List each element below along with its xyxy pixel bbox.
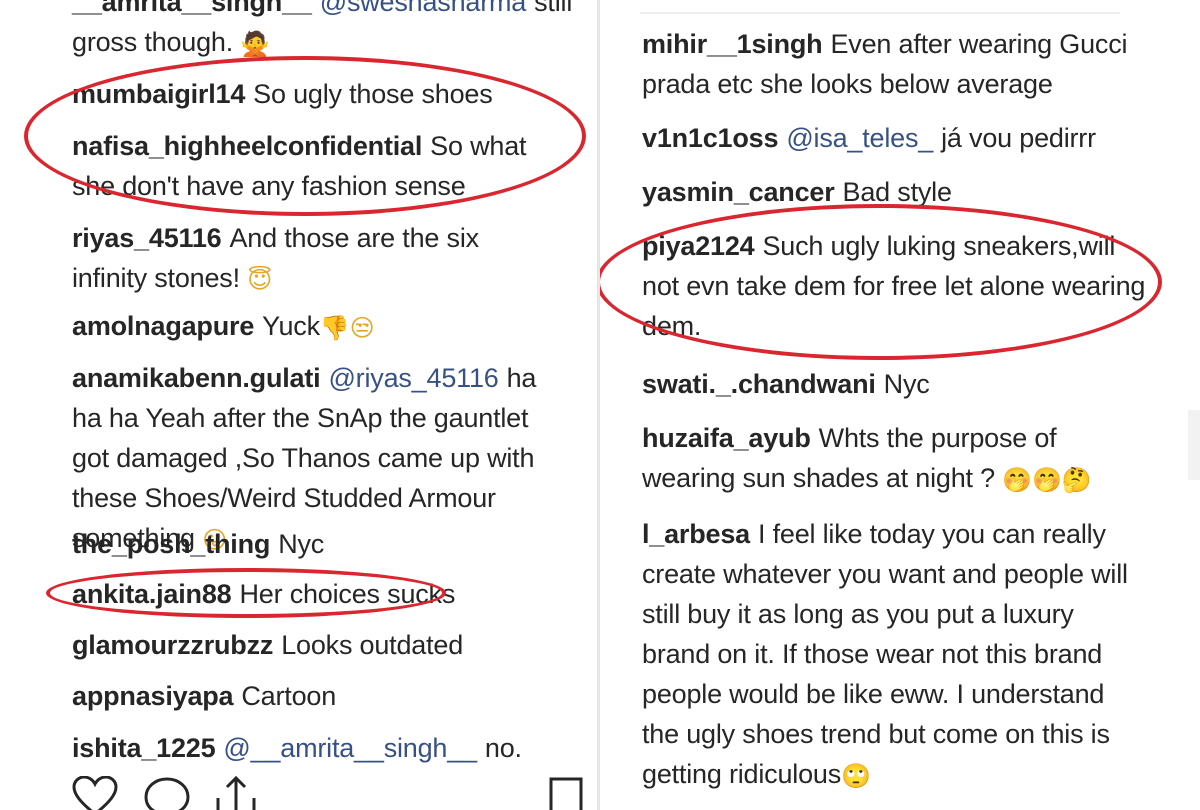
comment-username[interactable]: yasmin_cancer — [642, 177, 835, 207]
comment-text: Bad style — [842, 177, 952, 207]
top-separator — [640, 12, 1120, 14]
comment-username[interactable]: piya2124 — [642, 231, 755, 261]
thinking-face-icon: 🤭🤭🤔 — [1002, 465, 1092, 494]
comment-username[interactable]: ankita.jain88 — [72, 579, 232, 609]
emoji-icon: 🙅 — [240, 29, 271, 58]
comment-username[interactable]: anamikabenn.gulati — [72, 363, 321, 393]
comment-item: piya2124 Such ugly luking sneakers,will n… — [642, 226, 1152, 346]
comment-item: appnasiyapa Cartoon — [72, 676, 572, 716]
comment-item: mihir__1singh Even after wearing Gucci pr… — [642, 24, 1142, 104]
comment-username[interactable]: l_arbesa — [642, 519, 750, 549]
comment-text: no. — [484, 733, 522, 763]
left-comment-panel: __amrita__singh__ @swesnasharma still gros… — [0, 0, 598, 810]
comment-username[interactable]: appnasiyapa — [72, 681, 234, 711]
comment-text: Yuck — [262, 311, 320, 341]
comment-text: já vou pedirrr — [941, 123, 1096, 153]
comment-username[interactable]: amolnagapure — [72, 311, 254, 341]
comment-item: nafisa_highheelconfidential So what she d… — [72, 126, 572, 206]
comment-username[interactable]: swati._.chandwani — [642, 369, 876, 399]
comment-text: So ugly those shoes — [253, 79, 493, 109]
comment-username[interactable]: the_posh_thing — [72, 529, 270, 559]
scrollbar[interactable] — [1188, 410, 1200, 480]
comment-username[interactable]: riyas_45116 — [72, 223, 222, 253]
comment-mention[interactable]: @isa_teles_ — [786, 123, 933, 153]
comment-username[interactable]: v1n1c1oss — [642, 123, 779, 153]
comment-mention[interactable]: @riyas_45116 — [328, 363, 498, 393]
comment-text: Her choices sucks — [239, 579, 456, 609]
thumbs-down-icon: 👎😒 — [319, 313, 375, 342]
comment-username[interactable]: huzaifa_ayub — [642, 423, 811, 453]
comment-username[interactable]: glamourzzrubzz — [72, 630, 273, 660]
right-comment-panel: mihir__1singh Even after wearing Gucci pr… — [600, 0, 1200, 810]
comment-item: glamourzzrubzz Looks outdated — [72, 625, 572, 665]
bookmark-icon[interactable] — [548, 776, 584, 810]
post-action-bar — [0, 770, 598, 810]
comment-text: Nyc — [883, 369, 930, 399]
comment-item: the_posh_thing Nyc — [72, 524, 572, 564]
comment-text: Cartoon — [241, 681, 337, 711]
comment-item: amolnagapure Yuck👎😒 — [72, 306, 572, 346]
heart-icon[interactable] — [72, 775, 118, 810]
comment-username[interactable]: __amrita__singh__ — [72, 0, 312, 17]
comment-icon[interactable] — [142, 776, 192, 810]
comment-username[interactable]: nafisa_highheelconfidential — [72, 131, 422, 161]
comment-text: I feel like today you can really create … — [642, 519, 1128, 789]
comment-item: ishita_1225 @__amrita__singh__ no. — [72, 728, 572, 768]
comment-item: __amrita__singh__ @swesnasharma still gros… — [72, 0, 572, 62]
comment-item: v1n1c1oss @isa_teles_ já vou pedirrr — [642, 118, 1142, 158]
comment-item: mumbaigirl14 So ugly those shoes — [72, 74, 572, 114]
comment-item: swati._.chandwani Nyc — [642, 364, 1142, 404]
comment-text: Nyc — [278, 529, 325, 559]
comment-text: Looks outdated — [281, 630, 464, 660]
comment-item: huzaifa_ayub Whts the purpose of wearing … — [642, 418, 1152, 498]
comment-mention[interactable]: @__amrita__singh__ — [223, 733, 477, 763]
comment-mention[interactable]: @swesnasharma — [320, 0, 527, 17]
comment-username[interactable]: mumbaigirl14 — [72, 79, 245, 109]
comment-item: riyas_45116 And those are the six infinit… — [72, 218, 552, 298]
comment-item: l_arbesa I feel like today you can really… — [642, 514, 1142, 794]
comment-item: ankita.jain88 Her choices sucks — [72, 574, 572, 614]
comment-item: yasmin_cancer Bad style — [642, 172, 1142, 212]
share-icon[interactable] — [214, 774, 258, 810]
halo-smile-icon: 😇 — [247, 265, 273, 294]
comment-username[interactable]: mihir__1singh — [642, 29, 823, 59]
eye-roll-icon: 🙄 — [841, 761, 871, 790]
comment-username[interactable]: ishita_1225 — [72, 733, 216, 763]
